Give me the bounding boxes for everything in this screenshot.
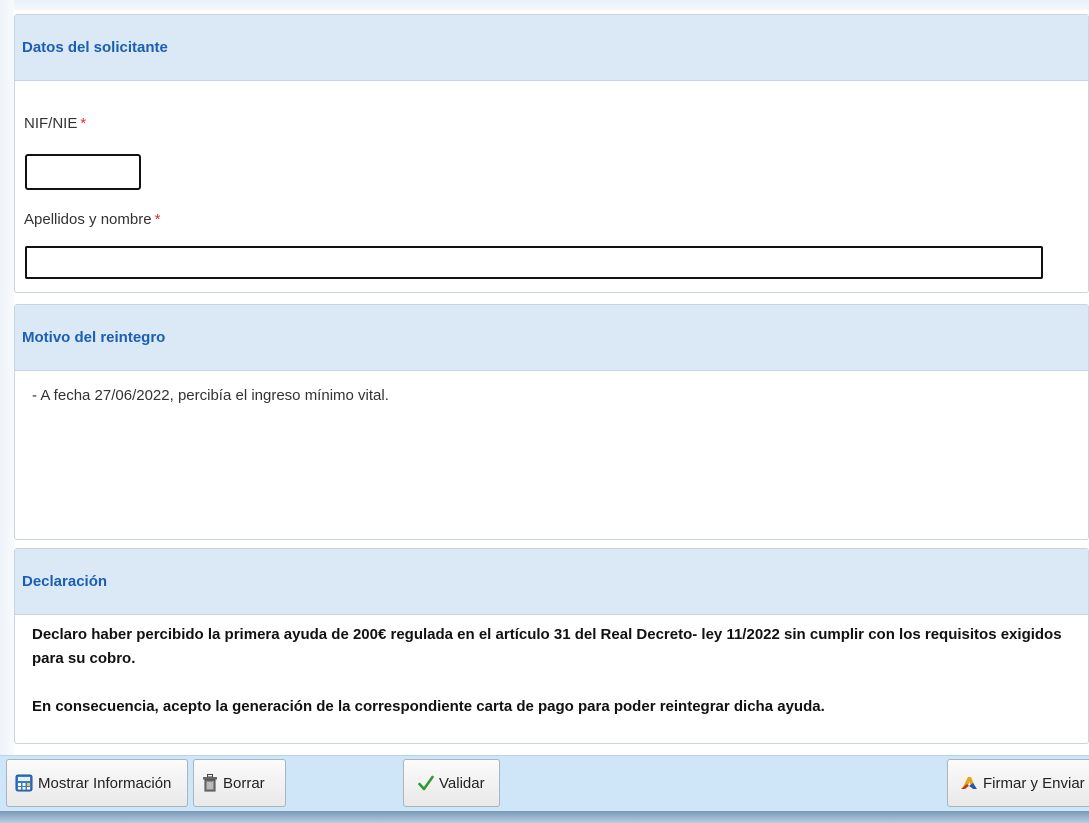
delete-label: Borrar	[223, 774, 265, 792]
show-info-label: Mostrar Información	[38, 774, 172, 792]
nif-input[interactable]	[25, 154, 141, 190]
sign-and-send-button[interactable]: Firmar y Enviar	[947, 759, 1089, 807]
validate-button[interactable]: Validar	[403, 759, 500, 807]
applicant-data-header: Datos del solicitante	[15, 15, 1088, 81]
bottom-strip	[0, 811, 1089, 823]
nif-label: NIF/NIE *	[24, 115, 86, 132]
name-input[interactable]	[25, 246, 1043, 279]
declaration-header: Declaración	[15, 549, 1088, 615]
calculator-icon	[15, 774, 33, 792]
name-required-mark: *	[154, 211, 161, 228]
action-toolbar: Mostrar Información Borrar Validar Firma…	[0, 755, 1089, 811]
refund-reason-header: Motivo del reintegro	[15, 305, 1088, 371]
name-label-text: Apellidos y nombre	[24, 211, 152, 228]
applicant-data-panel: Datos del solicitante NIF/NIE * Apellidos…	[14, 14, 1089, 293]
sign-and-send-label: Firmar y Enviar	[983, 774, 1085, 792]
name-label: Apellidos y nombre *	[24, 211, 160, 228]
nif-label-text: NIF/NIE	[24, 115, 78, 132]
declaration-line-1: Declaro haber percibido la primera ayuda…	[32, 626, 1062, 667]
top-bar	[0, 0, 1089, 10]
checkmark-icon	[418, 775, 434, 791]
show-info-button[interactable]: Mostrar Información	[6, 759, 188, 807]
nif-required-mark: *	[80, 115, 87, 132]
left-shade	[0, 0, 14, 823]
declaration-title: Declaración	[22, 573, 108, 590]
refund-reason-panel: Motivo del reintegro - A fecha 27/06/202…	[14, 304, 1089, 540]
declaration-line-2: En consecuencia, acepto la generación de…	[32, 698, 825, 715]
delete-button[interactable]: Borrar	[193, 759, 286, 807]
validate-label: Validar	[439, 774, 485, 792]
refund-reason-text: - A fecha 27/06/2022, percibía el ingres…	[32, 387, 389, 404]
signature-icon	[960, 775, 978, 791]
declaration-panel: Declaración Declaro haber percibido la p…	[14, 548, 1089, 744]
trash-icon	[202, 774, 218, 792]
applicant-data-title: Datos del solicitante	[22, 39, 168, 56]
refund-reason-title: Motivo del reintegro	[22, 329, 166, 346]
